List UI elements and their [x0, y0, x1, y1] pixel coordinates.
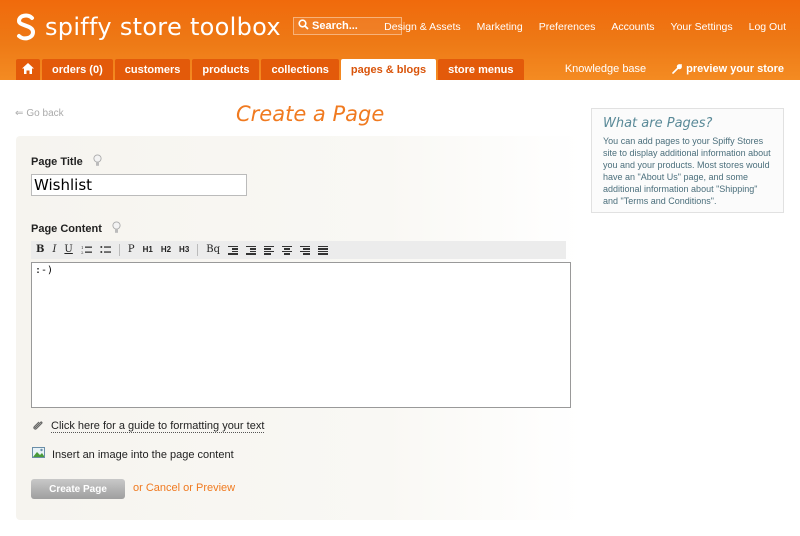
nav-design-assets[interactable]: Design & Assets	[384, 21, 460, 33]
insert-image-link[interactable]: Insert an image into the page content	[32, 447, 234, 462]
page-content-label-text: Page Content	[31, 223, 102, 235]
logo[interactable]: spiffy store toolbox	[14, 12, 281, 42]
formatting-guide-text: Click here for a guide to formatting you…	[51, 420, 265, 433]
sidebar-title: What are Pages?	[603, 116, 713, 131]
tab-customers[interactable]: customers	[114, 59, 191, 80]
h3-button[interactable]: H3	[179, 246, 189, 254]
bold-button[interactable]: B	[36, 245, 44, 255]
preview-store-label: preview your store	[686, 63, 784, 75]
or-text: or	[183, 482, 193, 494]
align-left-icon[interactable]	[264, 245, 275, 255]
paragraph-button[interactable]: P	[128, 245, 135, 255]
tab-products[interactable]: products	[192, 59, 260, 80]
toolbar-separator	[197, 244, 199, 256]
help-sidebar: What are Pages? You can add pages to you…	[591, 108, 784, 213]
indent-icon[interactable]	[246, 245, 257, 255]
align-center-icon[interactable]	[282, 245, 293, 255]
unordered-list-icon[interactable]	[100, 245, 111, 255]
ordered-list-icon[interactable]: 12	[81, 245, 92, 255]
form-secondary-links: or Cancel or Preview	[133, 482, 235, 494]
logo-text: spiffy store toolbox	[45, 13, 281, 41]
lightbulb-icon[interactable]	[93, 154, 102, 170]
tab-orders[interactable]: orders (0)	[42, 59, 113, 80]
underline-button[interactable]: U	[64, 245, 72, 255]
page-title-input[interactable]	[31, 174, 247, 196]
sidebar-text: You can add pages to your Spiffy Stores …	[603, 136, 771, 206]
preview-store-link[interactable]: preview your store	[672, 63, 784, 75]
page-title-label-text: Page Title	[31, 156, 83, 168]
svg-text:2: 2	[81, 250, 84, 255]
page-title: Create a Page	[236, 102, 385, 126]
italic-button[interactable]: I	[52, 245, 56, 255]
tab-collections[interactable]: collections	[261, 59, 339, 80]
outdent-icon[interactable]	[228, 245, 239, 255]
tab-pages-blogs[interactable]: pages & blogs	[340, 59, 437, 80]
paperclip-icon	[32, 419, 44, 434]
cancel-link[interactable]: Cancel	[146, 482, 180, 494]
preview-link[interactable]: Preview	[196, 482, 235, 494]
tab-home[interactable]	[16, 59, 40, 80]
header: spiffy store toolbox Design & Assets Mar…	[0, 0, 800, 80]
nav-log-out[interactable]: Log Out	[749, 21, 786, 33]
home-icon	[21, 62, 35, 78]
nav-marketing[interactable]: Marketing	[477, 21, 523, 33]
nav-your-settings[interactable]: Your Settings	[671, 21, 733, 33]
knowledge-base-link[interactable]: Knowledge base	[565, 63, 646, 75]
header-right-links: Knowledge base preview your store	[565, 63, 784, 75]
nav-preferences[interactable]: Preferences	[539, 21, 596, 33]
top-nav: Design & Assets Marketing Preferences Ac…	[368, 21, 786, 33]
formatting-guide-link[interactable]: Click here for a guide to formatting you…	[32, 419, 265, 434]
or-text: or	[133, 482, 143, 494]
go-back-link[interactable]: ⇐ Go back	[15, 108, 64, 119]
blockquote-button[interactable]: Bq	[206, 245, 220, 255]
logo-icon	[14, 12, 38, 42]
wrench-icon	[672, 64, 683, 74]
page-content-editor[interactable]: :-)	[31, 262, 571, 408]
align-justify-icon[interactable]	[318, 245, 329, 255]
toolbar-separator	[118, 244, 120, 256]
image-icon	[32, 447, 45, 462]
go-back-label: Go back	[26, 108, 64, 119]
editor-toolbar: B I U 12 P H1 H2 H3 Bq	[31, 241, 566, 259]
lightbulb-icon[interactable]	[112, 221, 121, 237]
nav-accounts[interactable]: Accounts	[611, 21, 654, 33]
page-title-label: Page Title	[31, 154, 102, 170]
search-icon	[298, 17, 309, 35]
align-right-icon[interactable]	[300, 245, 311, 255]
main-tabs: orders (0) customers products collection…	[16, 59, 526, 80]
back-arrow-icon: ⇐	[15, 108, 24, 119]
h2-button[interactable]: H2	[161, 246, 171, 254]
tab-store-menus[interactable]: store menus	[438, 59, 524, 80]
insert-image-text: Insert an image into the page content	[52, 448, 234, 461]
page-content-label: Page Content	[31, 221, 121, 237]
create-page-button[interactable]: Create Page	[31, 479, 125, 499]
h1-button[interactable]: H1	[143, 246, 153, 254]
